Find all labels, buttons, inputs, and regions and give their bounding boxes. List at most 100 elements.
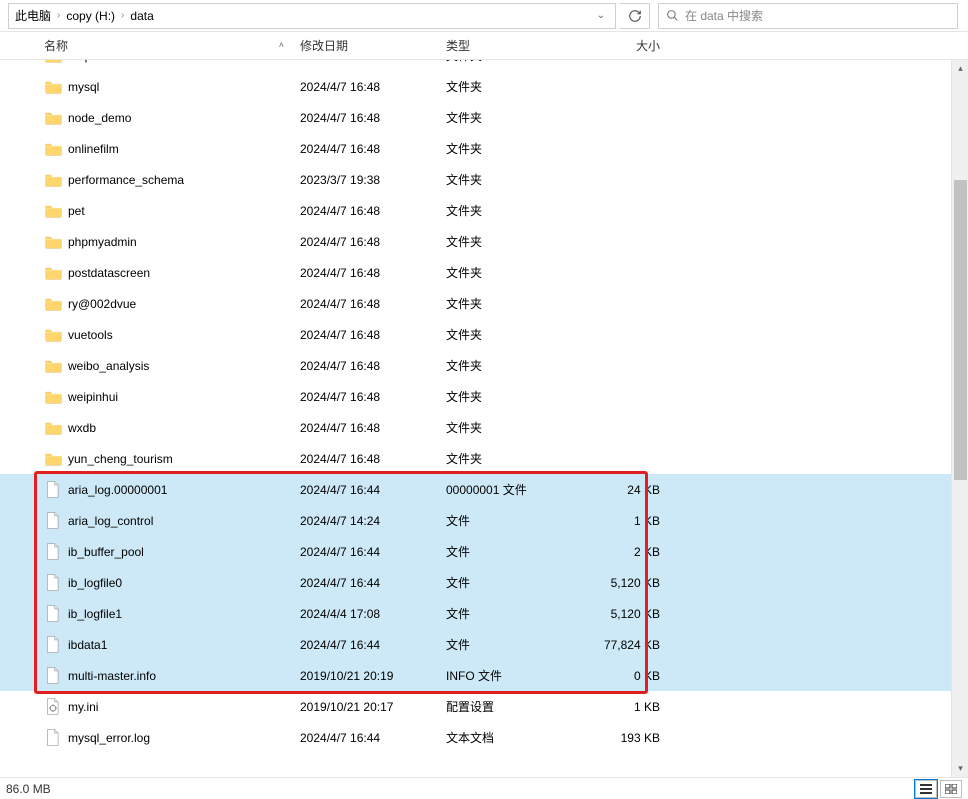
file-name: onlinefilm [68, 142, 300, 156]
column-name[interactable]: 名称 ˄ [44, 37, 300, 54]
file-type: 配置设置 [446, 698, 586, 715]
folder-icon [44, 109, 62, 127]
file-icon [44, 636, 62, 654]
file-type: 文件夹 [446, 388, 586, 405]
file-name: aria_log_control [68, 514, 300, 528]
file-row[interactable]: vuetools2024/4/7 16:48文件夹 [0, 319, 968, 350]
file-row[interactable]: onlinefilm2024/4/7 16:48文件夹 [0, 133, 968, 164]
file-type: 文件夹 [446, 326, 586, 343]
file-name: ry@002dvue [68, 297, 300, 311]
breadcrumb-part[interactable]: data [130, 9, 153, 23]
file-date: 2024/4/7 16:48 [300, 266, 446, 280]
file-icon [44, 729, 62, 747]
file-name: aria_log.00000001 [68, 483, 300, 497]
file-name: ib_logfile0 [68, 576, 300, 590]
file-name: performance_schema [68, 173, 300, 187]
file-date: 2024/4/7 16:48 [300, 80, 446, 94]
column-size[interactable]: 大小 [586, 37, 666, 54]
file-row[interactable]: ibdata12024/4/7 16:44文件77,824 KB [0, 629, 968, 660]
file-type: 文件夹 [446, 171, 586, 188]
file-size: 2 KB [586, 545, 666, 559]
breadcrumb[interactable]: 此电脑 › copy (H:) › data ⌄ [8, 3, 616, 29]
grid-icon [945, 784, 957, 794]
sort-up-icon: ˄ [279, 40, 284, 50]
folder-icon [44, 295, 62, 313]
column-headers: 名称 ˄ 修改日期 类型 大小 [0, 32, 968, 60]
file-row[interactable]: yun_cheng_tourism2024/4/7 16:48文件夹 [0, 443, 968, 474]
scroll-down-icon[interactable]: ▾ [952, 760, 968, 777]
file-date: 2024/4/7 16:48 [300, 328, 446, 342]
file-name: pet [68, 204, 300, 218]
folder-icon [44, 357, 62, 375]
file-row[interactable]: weipinhui2024/4/7 16:48文件夹 [0, 381, 968, 412]
file-row[interactable]: performance_schema2023/3/7 19:38文件夹 [0, 164, 968, 195]
file-type: 文件夹 [446, 140, 586, 157]
file-row[interactable]: ib_logfile02024/4/7 16:44文件5,120 KB [0, 567, 968, 598]
file-row[interactable]: pet2024/4/7 16:48文件夹 [0, 195, 968, 226]
file-size: 0 KB [586, 669, 666, 683]
file-date: 2024/4/7 16:48 [300, 452, 446, 466]
file-row[interactable]: ib_buffer_pool2024/4/7 16:44文件2 KB [0, 536, 968, 567]
details-view-button[interactable] [915, 780, 937, 798]
status-bar: 86.0 MB [0, 777, 968, 799]
file-row[interactable]: mysql2024/4/7 16:48文件夹 [0, 71, 968, 102]
file-size: 5,120 KB [586, 607, 666, 621]
file-date: 2024/4/7 16:48 [300, 235, 446, 249]
file-name: mysql [68, 80, 300, 94]
file-date: 2024/4/7 16:48 [300, 421, 446, 435]
file-name: vuetools [68, 328, 300, 342]
file-name: node_demo [68, 111, 300, 125]
file-row[interactable]: node_demo2024/4/7 16:48文件夹 [0, 102, 968, 133]
file-list[interactable]: mapcache2024/4/7 16:48文件夹mysql2024/4/7 1… [0, 60, 968, 753]
file-name: phpmyadmin [68, 235, 300, 249]
file-row[interactable]: weibo_analysis2024/4/7 16:48文件夹 [0, 350, 968, 381]
file-type: 文件夹 [446, 60, 586, 64]
file-date: 2024/4/7 14:24 [300, 514, 446, 528]
large-icons-view-button[interactable] [940, 780, 962, 798]
vertical-scrollbar[interactable]: ▴ ▾ [951, 60, 968, 777]
file-row[interactable]: aria_log_control2024/4/7 14:24文件1 KB [0, 505, 968, 536]
file-type: INFO 文件 [446, 667, 586, 684]
file-row[interactable]: postdatascreen2024/4/7 16:48文件夹 [0, 257, 968, 288]
file-type: 文件夹 [446, 450, 586, 467]
breadcrumb-part[interactable]: 此电脑 [15, 7, 51, 24]
file-row[interactable]: ry@002dvue2024/4/7 16:48文件夹 [0, 288, 968, 319]
file-row[interactable]: multi-master.info2019/10/21 20:19INFO 文件… [0, 660, 968, 691]
scroll-up-icon[interactable]: ▴ [952, 60, 968, 77]
column-type[interactable]: 类型 [446, 37, 586, 54]
file-size: 193 KB [586, 731, 666, 745]
column-date[interactable]: 修改日期 [300, 37, 446, 54]
file-date: 2024/4/7 16:48 [300, 111, 446, 125]
file-type: 文件 [446, 574, 586, 591]
file-date: 2024/4/7 16:48 [300, 60, 446, 63]
folder-icon [44, 264, 62, 282]
file-row[interactable]: aria_log.000000012024/4/7 16:4400000001 … [0, 474, 968, 505]
file-row[interactable]: phpmyadmin2024/4/7 16:48文件夹 [0, 226, 968, 257]
breadcrumb-part[interactable]: copy (H:) [66, 9, 115, 23]
file-row[interactable]: wxdb2024/4/7 16:48文件夹 [0, 412, 968, 443]
file-name: weipinhui [68, 390, 300, 404]
scrollbar-thumb[interactable] [954, 180, 967, 480]
search-input[interactable]: 在 data 中搜索 [658, 3, 958, 29]
file-icon [44, 667, 62, 685]
file-date: 2024/4/4 17:08 [300, 607, 446, 621]
folder-icon [44, 78, 62, 96]
file-row[interactable]: ib_logfile12024/4/4 17:08文件5,120 KB [0, 598, 968, 629]
file-name: yun_cheng_tourism [68, 452, 300, 466]
file-date: 2024/4/7 16:44 [300, 638, 446, 652]
file-list-area: mapcache2024/4/7 16:48文件夹mysql2024/4/7 1… [0, 60, 968, 777]
file-date: 2019/10/21 20:17 [300, 700, 446, 714]
refresh-button[interactable] [620, 3, 650, 29]
file-size: 24 KB [586, 483, 666, 497]
file-name: my.ini [68, 700, 300, 714]
file-row[interactable]: mysql_error.log2024/4/7 16:44文本文档193 KB [0, 722, 968, 753]
file-icon [44, 605, 62, 623]
file-size: 1 KB [586, 700, 666, 714]
file-date: 2024/4/7 16:48 [300, 390, 446, 404]
file-name: ibdata1 [68, 638, 300, 652]
folder-icon [44, 450, 62, 468]
folder-icon [44, 202, 62, 220]
history-dropdown-icon[interactable]: ⌄ [593, 10, 609, 21]
file-row[interactable]: my.ini2019/10/21 20:17配置设置1 KB [0, 691, 968, 722]
file-row[interactable]: mapcache2024/4/7 16:48文件夹 [0, 60, 968, 71]
